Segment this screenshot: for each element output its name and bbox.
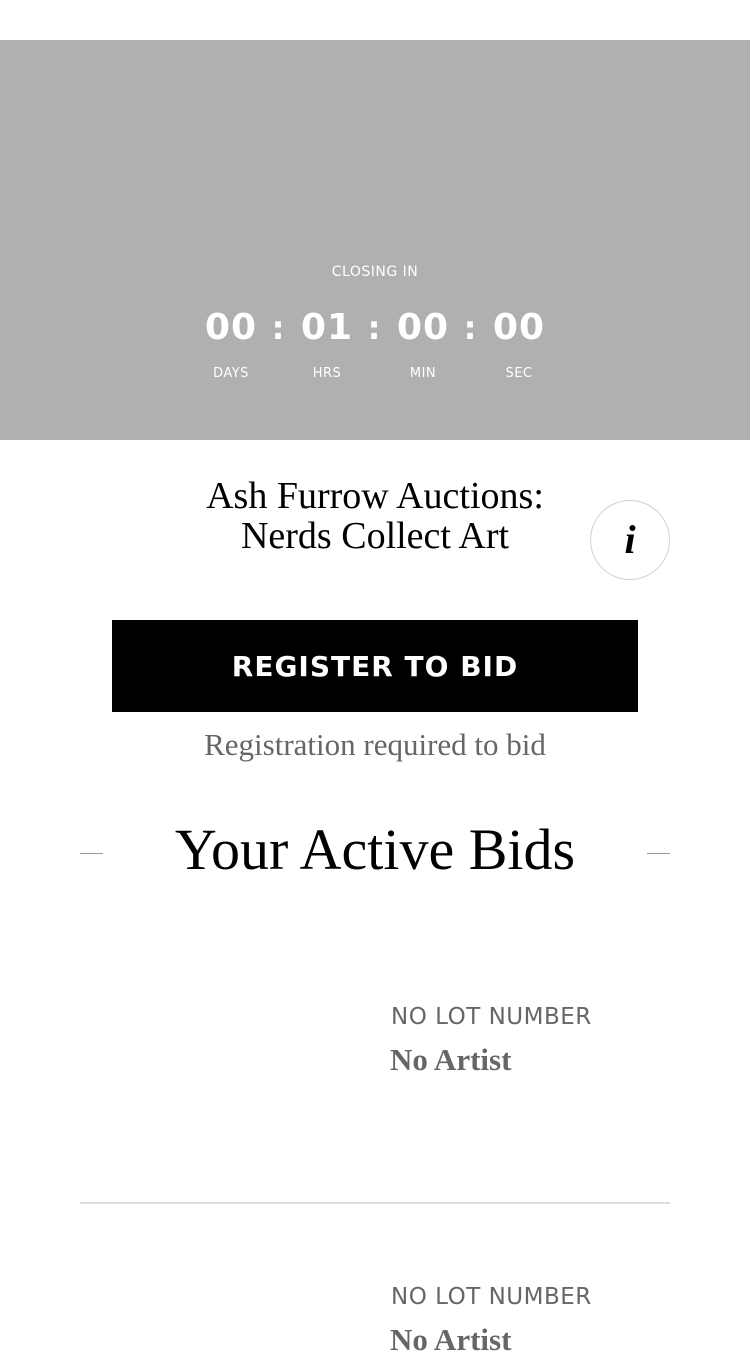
- artist-name: No Artist: [390, 1322, 512, 1357]
- countdown-separator: :: [271, 309, 285, 347]
- countdown-minutes-label: MIN: [409, 366, 437, 381]
- active-bid-item[interactable]: NO LOT NUMBER No Artist: [80, 900, 670, 1200]
- countdown-seconds-label: SEC: [505, 366, 533, 381]
- countdown-seconds: 00 SEC: [479, 306, 559, 381]
- sale-title: Ash Furrow Auctions: Nerds Collect Art: [206, 475, 544, 557]
- countdown-hours-label: HRS: [312, 366, 342, 381]
- countdown-seconds-value: 00: [492, 307, 546, 348]
- countdown-separator: :: [463, 309, 477, 347]
- active-bids-heading: Your Active Bids: [174, 817, 576, 882]
- countdown-days-label: DAYS: [213, 366, 249, 381]
- countdown-minutes-value: 00: [396, 307, 450, 348]
- lot-number: NO LOT NUMBER: [391, 1284, 592, 1310]
- status-bar: [0, 0, 750, 40]
- closing-in-label: CLOSING IN: [331, 264, 419, 280]
- sale-hero-image: CLOSING IN 00 DAYS : 01 HRS : 00 MIN : 0…: [0, 40, 750, 440]
- countdown-days-value: 00: [204, 307, 258, 348]
- countdown-hours: 01 HRS: [287, 306, 367, 381]
- countdown-days: 00 DAYS: [191, 306, 271, 381]
- registration-note: Registration required to bid: [204, 727, 546, 762]
- info-icon: i: [624, 517, 636, 562]
- active-bid-item[interactable]: NO LOT NUMBER No Artist: [80, 1204, 670, 1357]
- countdown-timer: 00 DAYS : 01 HRS : 00 MIN : 00 SEC: [0, 306, 750, 396]
- register-to-bid-button[interactable]: REGISTER TO BID: [112, 620, 638, 712]
- countdown-hours-value: 01: [300, 307, 354, 348]
- countdown-minutes: 00 MIN: [383, 306, 463, 381]
- countdown-separator: :: [367, 309, 381, 347]
- artist-name: No Artist: [390, 1042, 512, 1077]
- heading-dash-right: [647, 853, 670, 854]
- info-button[interactable]: i: [590, 500, 670, 580]
- lot-number: NO LOT NUMBER: [391, 1004, 592, 1030]
